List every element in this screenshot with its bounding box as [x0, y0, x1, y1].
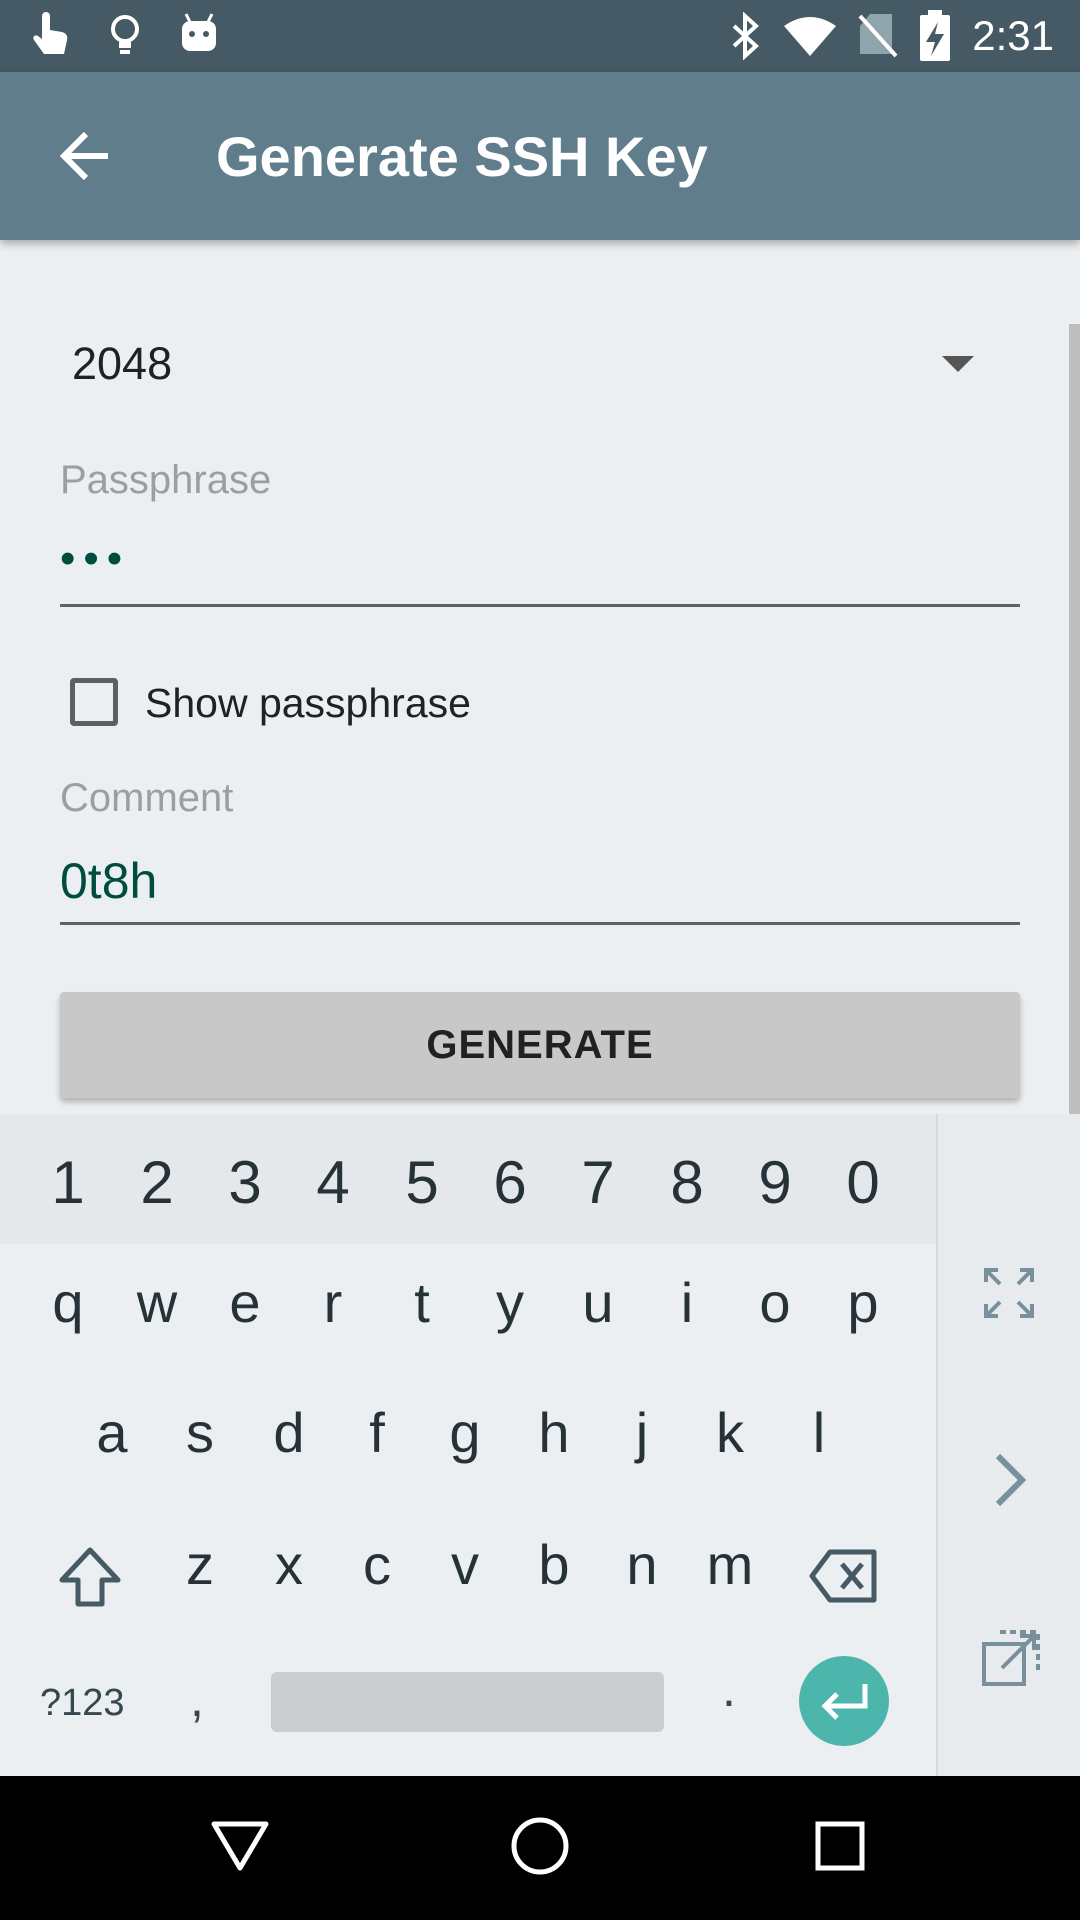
key-s[interactable]: s	[160, 1400, 240, 1465]
key-n[interactable]: n	[602, 1532, 682, 1597]
battery-charging-icon	[920, 10, 950, 61]
key-o[interactable]: o	[735, 1270, 815, 1335]
soft-keyboard: 1 2 3 4 5 6 7 8 9 0 q w e r t y u i o p …	[0, 1114, 1080, 1776]
key-f[interactable]: f	[337, 1400, 417, 1465]
key-u[interactable]: u	[558, 1270, 638, 1335]
key-h[interactable]: h	[514, 1400, 594, 1465]
symbols-key[interactable]: ?123	[40, 1682, 125, 1725]
key-v[interactable]: v	[425, 1532, 505, 1597]
comment-label: Comment	[60, 776, 234, 820]
page-title: Generate SSH Key	[216, 125, 708, 188]
android-icon	[182, 13, 216, 51]
key-5[interactable]: 5	[382, 1148, 462, 1217]
passphrase-label: Passphrase	[60, 458, 272, 502]
key-c[interactable]: c	[337, 1532, 417, 1597]
generate-button[interactable]: GENERATE	[60, 992, 1020, 1098]
comment-underline	[60, 922, 1020, 925]
key-b[interactable]: b	[514, 1532, 594, 1597]
key-z[interactable]: z	[160, 1532, 240, 1597]
key-k[interactable]: k	[690, 1400, 770, 1465]
scrollbar[interactable]	[1069, 324, 1080, 1114]
key-x[interactable]: x	[249, 1532, 329, 1597]
fullscreen-icon[interactable]	[982, 1266, 1036, 1320]
comma-key[interactable]: ,	[190, 1670, 204, 1728]
passphrase-input[interactable]: •••	[60, 534, 130, 584]
form-content[interactable]: 2048 Passphrase ••• Show passphrase Comm…	[0, 240, 1080, 1114]
bluetooth-icon	[732, 12, 759, 60]
key-e[interactable]: e	[205, 1270, 285, 1335]
key-g[interactable]: g	[425, 1400, 505, 1465]
show-passphrase-label[interactable]: Show passphrase	[145, 680, 471, 727]
key-1[interactable]: 1	[28, 1148, 108, 1217]
arrow-back-icon[interactable]	[54, 120, 126, 192]
keyboard-side-panel	[936, 1114, 1080, 1776]
key-2[interactable]: 2	[117, 1148, 197, 1217]
status-bar: 2:31	[0, 0, 1080, 72]
key-y[interactable]: y	[470, 1270, 550, 1335]
key-r[interactable]: r	[293, 1270, 373, 1335]
key-t[interactable]: t	[382, 1270, 462, 1335]
key-j[interactable]: j	[602, 1400, 682, 1465]
backspace-icon[interactable]	[808, 1548, 880, 1604]
dropdown-arrow-icon[interactable]	[942, 356, 974, 372]
no-sim-icon	[858, 14, 898, 58]
key-p[interactable]: p	[823, 1270, 903, 1335]
key-7[interactable]: 7	[558, 1148, 638, 1217]
key-d[interactable]: d	[249, 1400, 329, 1465]
touch-icon	[33, 12, 68, 54]
key-l[interactable]: l	[779, 1400, 859, 1465]
comment-input[interactable]: 0t8h	[60, 852, 157, 910]
key-i[interactable]: i	[647, 1270, 727, 1335]
recents-square-icon[interactable]	[814, 1820, 866, 1872]
home-circle-icon[interactable]	[510, 1816, 570, 1876]
key-8[interactable]: 8	[647, 1148, 727, 1217]
space-bar[interactable]	[271, 1672, 664, 1732]
show-passphrase-checkbox[interactable]	[70, 678, 118, 726]
enter-key[interactable]	[799, 1656, 889, 1746]
app-bar: Generate SSH Key	[0, 72, 1080, 240]
key-m[interactable]: m	[690, 1532, 770, 1597]
key-size-dropdown[interactable]: 2048	[72, 338, 172, 390]
open-external-icon[interactable]	[980, 1628, 1042, 1690]
lightbulb-icon	[111, 15, 139, 54]
key-q[interactable]: q	[28, 1270, 108, 1335]
period-key[interactable]: .	[722, 1660, 736, 1718]
key-6[interactable]: 6	[470, 1148, 550, 1217]
key-4[interactable]: 4	[293, 1148, 373, 1217]
passphrase-underline	[60, 604, 1020, 607]
key-a[interactable]: a	[72, 1400, 152, 1465]
enter-icon	[821, 1684, 868, 1720]
key-3[interactable]: 3	[205, 1148, 285, 1217]
chevron-right-icon[interactable]	[992, 1452, 1028, 1508]
navigation-bar	[0, 1776, 1080, 1920]
clock: 2:31	[972, 12, 1054, 59]
shift-icon[interactable]	[56, 1544, 124, 1610]
key-9[interactable]: 9	[735, 1148, 815, 1217]
key-w[interactable]: w	[117, 1270, 197, 1335]
wifi-icon	[784, 17, 836, 56]
key-0[interactable]: 0	[823, 1148, 903, 1217]
back-triangle-icon[interactable]	[210, 1818, 270, 1874]
